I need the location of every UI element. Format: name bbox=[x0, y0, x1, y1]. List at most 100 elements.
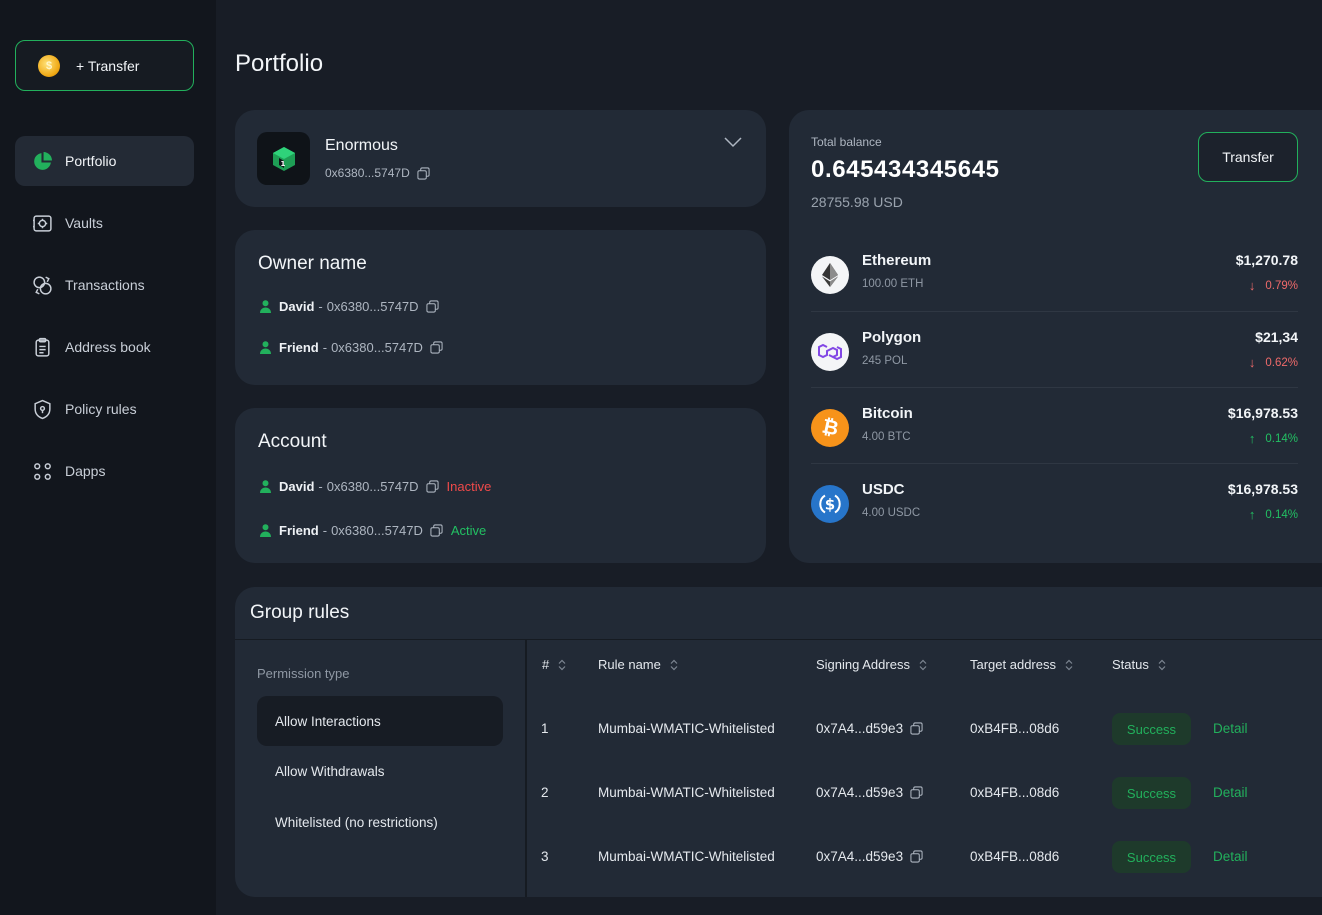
account-address: 0x6380...5747D bbox=[326, 479, 419, 494]
asset-usd: $1,270.78 bbox=[1235, 252, 1298, 268]
wallet-logo-icon: 1 bbox=[257, 132, 310, 185]
status-inactive: Inactive bbox=[446, 479, 492, 494]
account-name: Friend bbox=[279, 523, 319, 538]
shield-icon bbox=[32, 399, 53, 420]
asset-row[interactable]: Polygon 245 POL $21,34 ↓ 0.62% bbox=[811, 311, 1298, 387]
wallet-name: Enormous bbox=[325, 137, 398, 154]
chevron-down-icon[interactable] bbox=[724, 136, 742, 148]
copy-icon[interactable] bbox=[430, 341, 443, 354]
status-badge: Success bbox=[1112, 777, 1191, 809]
copy-icon[interactable] bbox=[910, 850, 923, 863]
sidebar-item-label: Policy rules bbox=[65, 401, 137, 417]
sidebar-item-vaults[interactable]: Vaults bbox=[15, 198, 194, 248]
asset-usd: $16,978.53 bbox=[1227, 481, 1298, 497]
column-header-rule-name[interactable]: Rule name bbox=[598, 657, 678, 672]
asset-amount: 4.00 USDC bbox=[862, 507, 921, 519]
account-name: David bbox=[279, 479, 315, 494]
arrow-up-icon: ↑ bbox=[1248, 431, 1256, 446]
user-icon bbox=[260, 300, 271, 313]
sort-icon bbox=[558, 659, 566, 670]
balance-card: Total balance 0.645434345645 28755.98 US… bbox=[789, 110, 1322, 563]
sidebar: $ + Transfer Portfolio Vaults Transactio… bbox=[0, 0, 216, 915]
total-balance-value: 0.645434345645 bbox=[811, 156, 1000, 183]
svg-text:$: $ bbox=[825, 496, 835, 514]
user-icon bbox=[260, 524, 271, 537]
group-rules-title: Group rules bbox=[250, 602, 350, 623]
column-header-signing-address[interactable]: Signing Address bbox=[816, 657, 927, 672]
sidebar-item-label: Transactions bbox=[65, 277, 145, 293]
ethereum-icon bbox=[811, 256, 849, 294]
copy-icon[interactable] bbox=[425, 300, 439, 313]
wallet-selector[interactable]: 1 Enormous 0x6380...5747D bbox=[235, 110, 766, 207]
rule-name: Mumbai-WMATIC-Whitelisted bbox=[598, 785, 775, 800]
divider bbox=[525, 640, 527, 897]
transfer-button[interactable]: Transfer bbox=[1198, 132, 1298, 182]
arrow-up-icon: ↑ bbox=[1248, 507, 1256, 522]
permission-whitelisted[interactable]: Whitelisted (no restrictions) bbox=[257, 797, 503, 847]
asset-change-value: 0.14% bbox=[1265, 508, 1298, 521]
detail-link[interactable]: Detail bbox=[1213, 721, 1248, 736]
coin-icon: $ bbox=[38, 54, 60, 77]
copy-icon[interactable] bbox=[417, 166, 430, 180]
asset-change: ↑ 0.14% bbox=[1249, 431, 1298, 446]
sidebar-item-label: Portfolio bbox=[65, 153, 117, 169]
user-icon bbox=[260, 341, 271, 354]
column-header-label: # bbox=[542, 657, 550, 672]
bitcoin-icon: ₿ bbox=[811, 409, 849, 447]
sidebar-transfer-button[interactable]: $ + Transfer bbox=[15, 40, 194, 91]
owner-title: Owner name bbox=[258, 253, 367, 274]
copy-icon[interactable] bbox=[425, 480, 439, 493]
permission-allow-withdrawals[interactable]: Allow Withdrawals bbox=[257, 746, 503, 796]
detail-link[interactable]: Detail bbox=[1213, 785, 1248, 800]
asset-change: ↑ 0.14% bbox=[1249, 507, 1298, 522]
asset-row[interactable]: ₿ Bitcoin 4.00 BTC $16,978.53 ↑ 0.14% bbox=[811, 387, 1298, 463]
usdc-icon: $ bbox=[811, 485, 849, 523]
wallet-address-row: 0x6380...5747D bbox=[325, 166, 430, 180]
asset-name: USDC bbox=[862, 481, 905, 498]
copy-icon[interactable] bbox=[430, 524, 443, 537]
sort-icon bbox=[670, 659, 678, 670]
asset-row[interactable]: $ USDC 4.00 USDC $16,978.53 ↑ 0.14% bbox=[811, 463, 1298, 539]
asset-amount: 245 POL bbox=[862, 355, 908, 367]
asset-row[interactable]: Ethereum 100.00 ETH $1,270.78 ↓ 0.79% bbox=[811, 235, 1298, 311]
pie-chart-icon bbox=[32, 151, 53, 172]
column-header-target-address[interactable]: Target address bbox=[970, 657, 1073, 672]
grid-dots-icon bbox=[32, 461, 53, 482]
sort-icon bbox=[1158, 659, 1166, 670]
copy-icon[interactable] bbox=[910, 786, 923, 799]
asset-name: Ethereum bbox=[862, 252, 932, 269]
account-address: 0x6380...5747D bbox=[331, 523, 423, 538]
group-rules-card: Group rules Permission type Allow Intera… bbox=[235, 587, 1322, 897]
owner-row: David - 0x6380...5747D bbox=[260, 299, 439, 314]
column-header-number[interactable]: # bbox=[542, 657, 566, 672]
sidebar-nav: Portfolio Vaults Transactions Address bo… bbox=[15, 136, 194, 508]
status-badge: Success bbox=[1112, 841, 1191, 873]
rule-name: Mumbai-WMATIC-Whitelisted bbox=[598, 849, 775, 864]
asset-change-value: 0.14% bbox=[1265, 432, 1298, 445]
target-address: 0xB4FB...08d6 bbox=[970, 849, 1060, 864]
account-card: Account David - 0x6380...5747D Inactive … bbox=[235, 408, 766, 563]
total-balance-label: Total balance bbox=[811, 135, 882, 149]
wallet-address: 0x6380...5747D bbox=[325, 166, 410, 180]
row-number: 2 bbox=[541, 785, 549, 800]
sidebar-item-address-book[interactable]: Address book bbox=[15, 322, 194, 372]
sidebar-item-policy-rules[interactable]: Policy rules bbox=[15, 384, 194, 434]
sidebar-item-portfolio[interactable]: Portfolio bbox=[15, 136, 194, 186]
transactions-icon bbox=[32, 275, 53, 296]
detail-link[interactable]: Detail bbox=[1213, 849, 1248, 864]
asset-change: ↓ 0.79% bbox=[1249, 278, 1298, 293]
svg-text:1: 1 bbox=[280, 160, 285, 168]
sidebar-item-dapps[interactable]: Dapps bbox=[15, 446, 194, 496]
divider bbox=[235, 639, 1322, 640]
row-number: 3 bbox=[541, 849, 549, 864]
permission-allow-interactions[interactable]: Allow Interactions bbox=[257, 696, 503, 746]
column-header-label: Status bbox=[1112, 657, 1149, 672]
copy-icon[interactable] bbox=[910, 722, 923, 735]
permission-type-label: Permission type bbox=[257, 666, 350, 681]
sidebar-item-transactions[interactable]: Transactions bbox=[15, 260, 194, 310]
column-header-status[interactable]: Status bbox=[1112, 657, 1166, 672]
asset-name: Bitcoin bbox=[862, 405, 913, 422]
polygon-icon bbox=[811, 333, 849, 371]
asset-usd: $16,978.53 bbox=[1227, 405, 1298, 421]
signing-address-value: 0x7A4...d59e3 bbox=[816, 785, 904, 800]
